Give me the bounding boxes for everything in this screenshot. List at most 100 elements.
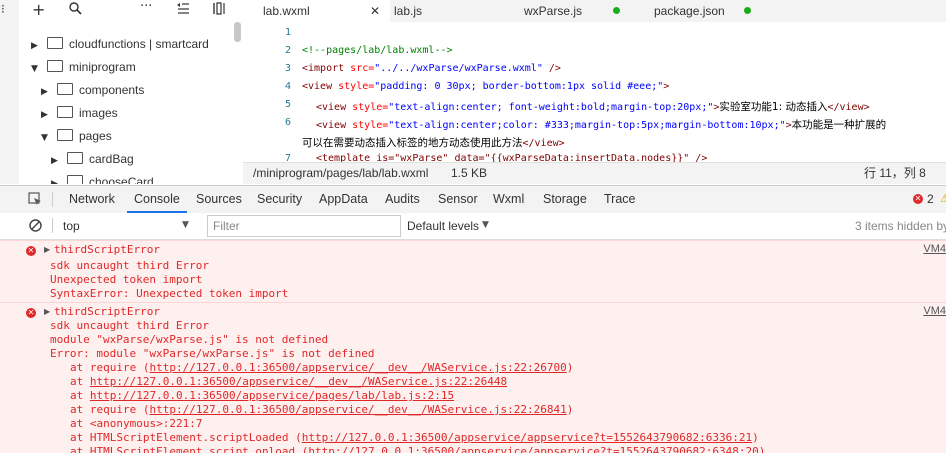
tab-network[interactable]: Network [69, 186, 115, 213]
cursor-position[interactable]: 行 11，列 8 [864, 163, 926, 184]
tree-item-miniprogram[interactable]: ▼ miniprogram [31, 56, 136, 78]
chevron-right-icon: ▶ [41, 110, 48, 120]
tab-sensor[interactable]: Sensor [438, 186, 478, 213]
collapse-icon[interactable] [176, 2, 190, 18]
chevron-down-icon: ▼ [41, 133, 48, 143]
warning-icon[interactable]: ⚠ [940, 192, 946, 205]
code-tag: </view> [522, 138, 565, 149]
filter-placeholder: Filter [213, 219, 240, 233]
folder-icon [67, 152, 83, 164]
dropdown-arrow-icon: ▼ [482, 220, 489, 230]
folder-open-icon [47, 60, 63, 72]
tab-console[interactable]: Console [127, 186, 187, 213]
stack-link[interactable]: http://127.0.0.1:36500/appservice/__dev_… [90, 375, 507, 388]
expand-arrow-icon[interactable]: ▶ [44, 307, 50, 316]
code-attr: style= [332, 81, 375, 92]
menu-icon[interactable]: ⁝ [1, 2, 5, 16]
line-number: 1 [284, 27, 291, 38]
tab-security[interactable]: Security [257, 186, 302, 213]
error-source-link[interactable]: VM4 [923, 243, 946, 255]
file-explorer: + ··· ▶ cloudfunctions | smartcard ▼ minip… [19, 0, 244, 184]
toolbar-divider [52, 192, 53, 207]
filter-input[interactable]: Filter [207, 215, 401, 237]
stack-frame: at require (http://127.0.0.1:36500/appse… [70, 403, 574, 416]
code-line-3[interactable]: <import src="../../wxParse/wxParse.wxml"… [302, 63, 561, 74]
activity-strip: ⁝ [0, 0, 20, 184]
explorer-scrollbar[interactable] [234, 22, 241, 42]
line-number: 6 [284, 117, 291, 128]
tree-item-label: cardBag [89, 152, 134, 166]
code-string: "../../wxParse/wxParse.wxml" [374, 63, 543, 74]
tab-sources[interactable]: Sources [196, 186, 242, 213]
stack-link[interactable]: http://127.0.0.1:36500/appservice/pages/… [90, 389, 454, 402]
levels-select[interactable]: Default levels ▼ [407, 215, 497, 236]
tree-item-images[interactable]: ▶ images [41, 102, 118, 124]
code-text: 本功能是一种扩展的 [791, 119, 887, 131]
line-gutter: 1 2 3 4 5 6 7 [243, 22, 291, 164]
error-count-icon[interactable]: ✕ [913, 194, 923, 204]
tree-item-label: cloudfunctions | smartcard [69, 37, 209, 51]
split-icon[interactable] [212, 2, 226, 19]
code-tag: <template is="wxParse" data="{{wxParseDa… [316, 153, 708, 162]
code-tag: > [663, 81, 670, 92]
tab-wxml[interactable]: Wxml [493, 186, 524, 213]
tab-package-json[interactable]: package.json [634, 0, 794, 22]
error-count[interactable]: 2 [927, 192, 934, 206]
tab-trace[interactable]: Trace [604, 186, 636, 213]
code-line-4[interactable]: <view style="padding: 0 30px; border-bot… [302, 81, 669, 92]
line-number: 4 [284, 81, 291, 92]
tab-storage[interactable]: Storage [543, 186, 587, 213]
code-string: "text-align:center;color: #333;margin-to… [388, 120, 786, 131]
code-string: "text-align:center; font-weight:bold;mar… [388, 102, 714, 113]
tree-item-cardbag[interactable]: ▶ cardBag [51, 148, 134, 170]
tab-audits[interactable]: Audits [385, 186, 420, 213]
code-line-6-wrap[interactable]: 可以在需要动态插入标签的地方动态使用此方法</view> [302, 135, 565, 150]
code-line-5[interactable]: <view style="text-align:center; font-wei… [316, 99, 870, 114]
stack-frame: at require (http://127.0.0.1:36500/appse… [70, 361, 574, 374]
more-icon[interactable]: ··· [140, 0, 152, 14]
expand-arrow-icon[interactable]: ▶ [44, 245, 50, 254]
inspect-icon[interactable] [28, 192, 42, 209]
error-title: thirdScriptError [54, 243, 160, 256]
stack-link[interactable]: http://127.0.0.1:36500/appservice/__dev_… [149, 361, 566, 374]
line-number: 3 [284, 63, 291, 74]
code-line-2[interactable]: <!--pages/lab/lab.wxml--> [302, 45, 453, 56]
code-attr: src= [344, 63, 375, 74]
line-number: 2 [284, 45, 291, 56]
error-line: module "wxParse/wxParse.js" is not defin… [50, 333, 329, 346]
code-line-6[interactable]: <view style="text-align:center;color: #3… [316, 117, 886, 132]
context-value: top [63, 219, 80, 233]
console-error-message[interactable]: ✕ ▶ thirdScriptError VM4 sdk uncaught th… [0, 302, 946, 453]
tree-item-choosecard[interactable]: ▶ chooseCard [51, 171, 154, 184]
tree-item-cloudfunctions[interactable]: ▶ cloudfunctions | smartcard [31, 33, 209, 55]
tab-lab-wxml[interactable]: lab.wxml ✕ [243, 0, 390, 22]
stack-frame: at HTMLScriptElement.scriptLoaded (http:… [70, 431, 759, 444]
tree-item-components[interactable]: ▶ components [41, 79, 144, 101]
folder-icon [57, 83, 73, 95]
code-attr: style= [346, 120, 389, 131]
add-icon[interactable]: + [32, 0, 45, 19]
search-icon[interactable] [69, 2, 82, 19]
error-icon: ✕ [26, 308, 36, 318]
tab-appdata[interactable]: AppData [319, 186, 368, 213]
code-text: 实验室功能1: 动态插入 [719, 101, 828, 113]
tree-item-label: pages [79, 129, 112, 143]
hidden-items-note: 3 items hidden by [855, 219, 946, 233]
error-line: sdk uncaught third Error [50, 259, 209, 272]
editor-statusbar: /miniprogram/pages/lab/lab.wxml 1.5 KB 行… [243, 162, 946, 184]
tree-item-pages[interactable]: ▼ pages [41, 125, 112, 147]
stack-link[interactable]: http://127.0.0.1:36500/appservice/__dev_… [149, 403, 566, 416]
error-line: sdk uncaught third Error [50, 319, 209, 332]
tab-lab-js[interactable]: lab.js [374, 0, 504, 22]
code-line-7[interactable]: <template is="wxParse" data="{{wxParseDa… [316, 153, 707, 162]
error-line: Unexpected token import [50, 273, 203, 286]
console-error-message[interactable]: ✕ ▶ thirdScriptError VM4 sdk uncaught th… [0, 240, 946, 302]
stack-link[interactable]: http://127.0.0.1:36500/appservice/appser… [302, 431, 752, 444]
context-select[interactable]: top ▼ [56, 215, 194, 236]
error-source-link[interactable]: VM4 [923, 305, 946, 317]
tab-wxparse-js[interactable]: wxParse.js [504, 0, 646, 22]
modified-dot-icon [744, 7, 751, 14]
clear-console-icon[interactable] [29, 219, 42, 235]
dropdown-arrow-icon: ▼ [182, 220, 189, 230]
explorer-toolbar: + ··· [19, 0, 243, 22]
